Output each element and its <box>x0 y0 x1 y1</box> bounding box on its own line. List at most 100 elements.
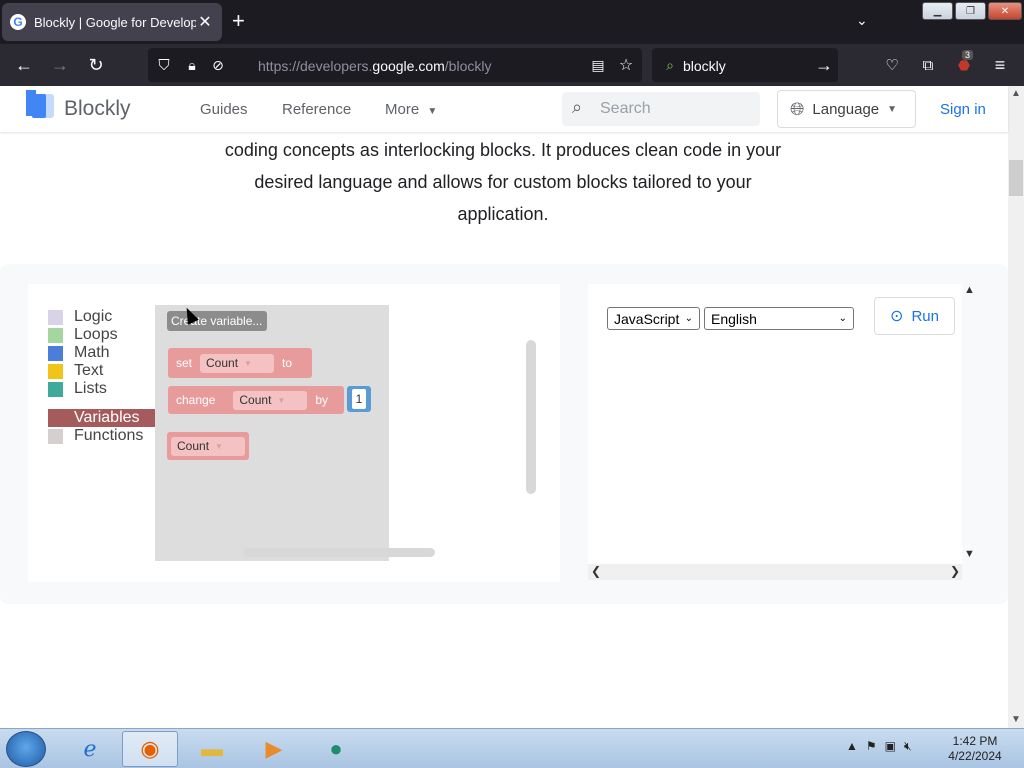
url-bar[interactable]: ⛉ 🔒︎ ⊘ https://developers.google.com/blo… <box>148 48 642 82</box>
scroll-right-icon[interactable]: ❯ <box>950 564 960 578</box>
browser-tab[interactable]: G Blockly | Google for Developers ✕ <box>2 3 222 41</box>
back-arrow-icon[interactable]: ← <box>12 53 36 77</box>
workspace-vertical-scrollbar[interactable] <box>526 340 536 494</box>
category-label: Variables <box>74 409 140 426</box>
variable-dropdown[interactable]: Count ▼ <box>200 353 275 373</box>
search-query: blockly <box>683 58 726 74</box>
brand-name[interactable]: Blockly <box>64 97 131 121</box>
to-label: to <box>282 356 293 370</box>
set-variable-block[interactable]: set Count ▼ to <box>168 348 312 378</box>
nav-guides[interactable]: Guides <box>200 101 248 118</box>
variable-name: Count <box>206 356 239 370</box>
search-icon: ⌕ <box>572 97 583 117</box>
media-player-icon[interactable]: ▶ <box>246 731 302 767</box>
new-tab-icon[interactable]: + <box>232 10 245 32</box>
locale-select[interactable]: English ⌄ <box>704 307 854 330</box>
extensions-icon[interactable]: ⧉ <box>916 53 940 77</box>
start-button[interactable] <box>6 731 46 767</box>
scroll-down-icon[interactable]: ▼ <box>964 548 975 560</box>
app-icon[interactable]: ● <box>308 731 364 767</box>
lock-icon[interactable]: 🔒︎ <box>180 53 204 77</box>
change-variable-block[interactable]: change Count ▼ by <box>168 386 344 414</box>
site-header: Blockly Guides Reference More ▼ ⌕ Search… <box>0 86 1008 132</box>
scroll-down-icon[interactable]: ▼ <box>1011 714 1021 725</box>
internet-explorer-icon[interactable]: ℯ <box>62 731 118 767</box>
output-horizontal-scrollbar[interactable]: ❮ ❯ <box>588 564 962 580</box>
reload-icon[interactable]: ↻ <box>84 53 108 77</box>
number-block[interactable]: 1 <box>347 386 371 412</box>
chevron-down-icon: ⌄ <box>838 313 847 324</box>
restore-button[interactable]: ❐ <box>955 2 986 20</box>
set-label: set <box>176 356 193 370</box>
scroll-left-icon[interactable]: ❮ <box>591 564 601 578</box>
url-text[interactable]: https://developers.google.com/blockly <box>258 58 491 74</box>
close-window-button[interactable]: ✕ <box>988 2 1022 20</box>
language-label: Language <box>812 100 880 118</box>
category-functions[interactable]: Functions <box>48 427 143 445</box>
category-label: Lists <box>74 380 107 397</box>
windows-taskbar: ℯ ◉ ▬ ▶ ● ▲ ⚑ ▣ 🔇︎ 1:42 PM 4/22/2024 <box>0 728 1024 768</box>
category-lists[interactable]: Lists <box>48 380 107 398</box>
category-label: Logic <box>74 308 113 325</box>
category-text[interactable]: Text <box>48 362 103 380</box>
clock[interactable]: 1:42 PM 4/22/2024 <box>940 734 1010 764</box>
category-swatch <box>48 345 63 361</box>
shield-icon[interactable]: ⛉ <box>152 53 176 77</box>
google-g-icon: G <box>10 14 26 30</box>
site-search-input[interactable]: ⌕ Search <box>562 92 760 126</box>
forward-arrow-icon[interactable]: → <box>48 53 72 77</box>
nav-more[interactable]: More ▼ <box>385 101 437 118</box>
sign-in-link[interactable]: Sign in <box>940 101 986 118</box>
extension-badge: 3 <box>962 50 974 60</box>
category-loops[interactable]: Loops <box>48 326 118 344</box>
dropdown-arrow-icon: ▼ <box>277 395 286 405</box>
nav-reference[interactable]: Reference <box>282 101 351 118</box>
number-field[interactable]: 1 <box>352 389 366 409</box>
workspace-horizontal-scrollbar[interactable] <box>243 548 435 557</box>
url-prefix: https://developers. <box>258 58 373 74</box>
scroll-up-icon[interactable]: ▲ <box>1011 88 1021 99</box>
file-explorer-icon[interactable]: ▬ <box>184 731 240 767</box>
browser-search-bar[interactable]: ⌕ blockly → <box>652 48 838 82</box>
category-swatch <box>48 309 63 325</box>
go-arrow-icon[interactable]: → <box>812 53 836 77</box>
network-icon[interactable]: ▣ <box>885 739 896 754</box>
firefox-icon[interactable]: ◉ <box>122 731 178 767</box>
menu-icon[interactable]: ≡ <box>988 53 1012 77</box>
category-label: Loops <box>74 326 118 343</box>
variable-name: Count <box>239 393 272 407</box>
play-circle-icon: ⊙ <box>890 308 904 325</box>
page-scrollbar[interactable]: ▲ ▼ <box>1008 86 1024 728</box>
variable-getter-block[interactable]: Count ▼ <box>167 432 249 460</box>
page-content: coding concepts as interlocking blocks. … <box>0 132 1008 728</box>
pocket-icon[interactable]: ♡ <box>880 53 904 77</box>
category-math[interactable]: Math <box>48 344 110 362</box>
category-logic[interactable]: Logic <box>48 308 112 326</box>
tray-expand-icon[interactable]: ▲ <box>846 739 858 754</box>
category-swatch <box>48 428 63 444</box>
language-button[interactable]: 🌐︎ Language ▼ <box>777 90 916 128</box>
category-swatch <box>48 363 63 379</box>
clock-date: 4/22/2024 <box>948 749 1002 763</box>
variable-dropdown[interactable]: Count ▼ <box>171 436 245 456</box>
reader-view-icon[interactable]: ▤ <box>586 53 610 77</box>
bookmark-star-icon[interactable]: ☆ <box>614 53 638 77</box>
flag-icon[interactable]: ⚑ <box>866 739 877 754</box>
list-all-tabs-icon[interactable]: ⌄ <box>856 12 868 29</box>
close-tab-icon[interactable]: ✕ <box>196 12 214 32</box>
page-scroll-thumb[interactable] <box>1009 160 1023 196</box>
scroll-up-icon[interactable]: ▲ <box>964 284 975 296</box>
volume-muted-icon[interactable]: 🔇︎ <box>904 739 912 754</box>
language-select[interactable]: JavaScript ⌄ <box>607 307 700 330</box>
blockly-logo-icon[interactable] <box>26 90 56 122</box>
search-engine-icon: ⌕ <box>666 56 674 73</box>
dropdown-arrow-icon: ▼ <box>215 441 223 451</box>
minimize-button[interactable]: ▁ <box>922 2 953 20</box>
category-swatch <box>48 327 63 343</box>
variable-dropdown[interactable]: Count ▼ <box>233 390 308 410</box>
run-button[interactable]: ⊙ Run <box>874 297 955 335</box>
system-tray: ▲ ⚑ ▣ 🔇︎ <box>846 739 912 754</box>
tracking-icon[interactable]: ⊘ <box>206 53 230 77</box>
caret-down-icon: ▼ <box>427 106 438 117</box>
category-variables[interactable]: Variables <box>48 409 155 427</box>
